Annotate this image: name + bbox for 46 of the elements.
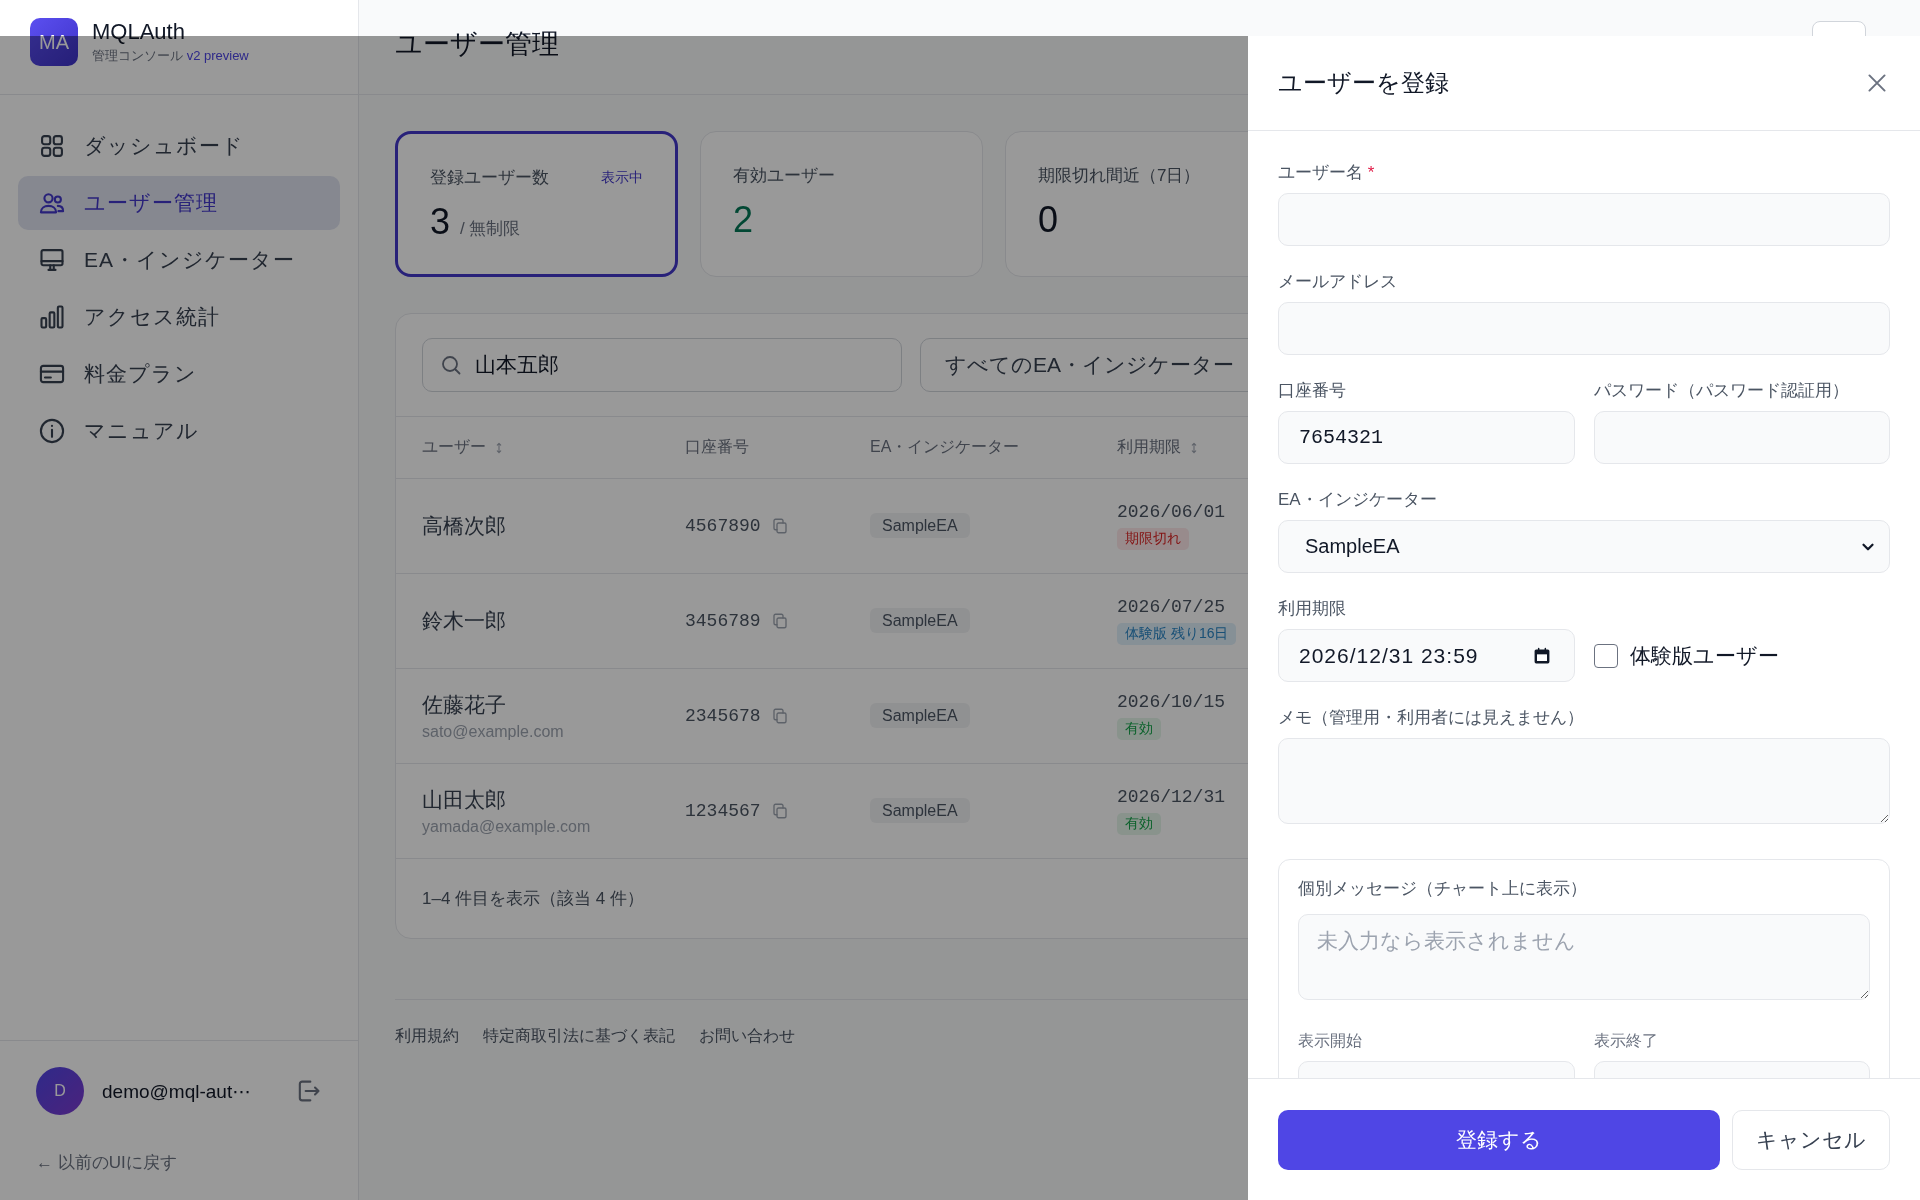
expiry-date: 2026/07/25 [1117,597,1226,617]
user-name: 佐藤花子 [422,692,507,718]
field-label: EA・インジケーター [1278,489,1437,511]
ea-tag: SampleEA [870,608,970,633]
status-badge: 体験版 残り16日 [1117,623,1237,645]
pagination-summary: 1–4 件目を表示（該当 4 件） [422,889,644,908]
user-email: sato@example.com [422,723,565,741]
panel-title: 個別メッセージ（チャート上に表示） [1298,878,1587,900]
drawer-title: ユーザーを登録 [1278,68,1449,98]
field-label: 利用期限 [1278,598,1346,620]
stat-label: 登録ユーザー数 [430,167,549,189]
ea-tag: SampleEA [870,703,970,728]
status-badge: 有効 [1117,813,1161,835]
stat-label: 有効ユーザー [733,165,835,187]
active-label: 表示中 [601,168,643,187]
field-label: 表示終了 [1593,1031,1658,1051]
stat-value: 3 [430,201,451,243]
user-name: 高橋次郎 [422,513,507,539]
ea-tag: SampleEA [870,513,970,538]
page-title: ユーザー管理 [395,28,559,61]
checkbox-label: 体験版ユーザー [1629,642,1779,669]
field-label: メモ（管理用・利用者には見えません） [1278,707,1584,729]
ea-tag: SampleEA [870,798,970,823]
avatar: D [36,1067,84,1115]
stat-label: 期限切れ間近（7日） [1038,165,1201,187]
status-badge: 有効 [1117,718,1161,740]
expiry-date: 2026/10/15 [1117,692,1226,712]
account-number: 1234567 [685,801,761,821]
status-badge: 期限切れ [1117,528,1189,550]
expiry-date: 2026/06/01 [1117,502,1226,522]
stat-value: 2 [733,199,754,241]
stat-value: 0 [1038,199,1059,241]
account-number: 2345678 [685,706,761,726]
user-name: 鈴木一郎 [422,608,507,634]
logo: MA [30,18,78,66]
field-label: パスワード（パスワード認証用） [1593,380,1849,402]
app-name: MQLAuth [92,19,186,45]
user-name: 山田太郎 [422,787,507,813]
app-subtitle: 管理コンソール v2 preview [92,47,249,65]
account-email: demo@mql-aut⋯ [102,1079,253,1103]
stat-suffix: / 無制限 [460,218,521,240]
account-number: 3456789 [685,611,761,631]
expiry-date: 2026/12/31 [1117,787,1226,807]
account-number: 4567890 [685,516,761,536]
user-email: yamada@example.com [422,818,592,836]
field-label: 表示開始 [1298,1031,1362,1051]
